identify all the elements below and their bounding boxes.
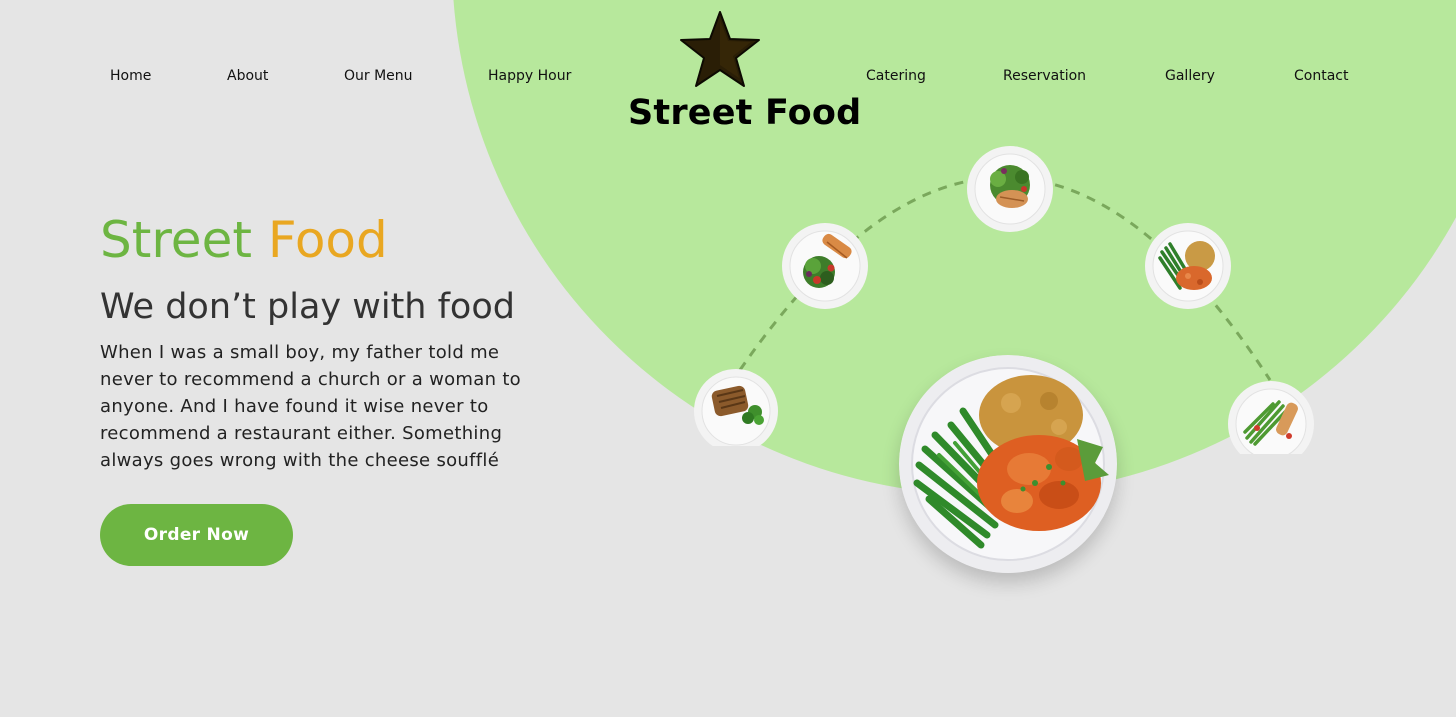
nav-catering[interactable]: Catering [866, 68, 926, 84]
main-chicken-rice-green-beans-plate[interactable] [899, 355, 1117, 573]
landing-page: Home About Our Menu Happy Hour Catering … [0, 0, 1456, 717]
chicken-salad-plate[interactable] [966, 145, 1054, 233]
nav-gallery[interactable]: Gallery [1165, 68, 1215, 84]
steak-broccoli-plate[interactable] [693, 368, 779, 446]
nav-about[interactable]: About [227, 68, 268, 84]
hero-subtitle: We don’t play with food [100, 287, 515, 327]
asparagus-salmon-plate[interactable] [1227, 380, 1315, 454]
nav-happy-hour[interactable]: Happy Hour [488, 68, 571, 84]
nav-home[interactable]: Home [110, 68, 151, 84]
salmon-salad-plate[interactable] [781, 222, 869, 310]
order-now-button[interactable]: Order Now [100, 504, 293, 566]
hero-title-word-street: Street [100, 211, 252, 269]
nav-reservation[interactable]: Reservation [1003, 68, 1086, 84]
chicken-rice-beans-plate[interactable] [1144, 222, 1232, 310]
hero-title: Street Food [100, 210, 388, 270]
star-icon[interactable] [678, 8, 762, 92]
logo-title[interactable]: Street Food [628, 93, 861, 133]
hero-body-text: When I was a small boy, my father told m… [100, 342, 521, 471]
nav-our-menu[interactable]: Our Menu [344, 68, 413, 84]
nav-contact[interactable]: Contact [1294, 68, 1348, 84]
hero-title-word-food: Food [267, 211, 388, 269]
